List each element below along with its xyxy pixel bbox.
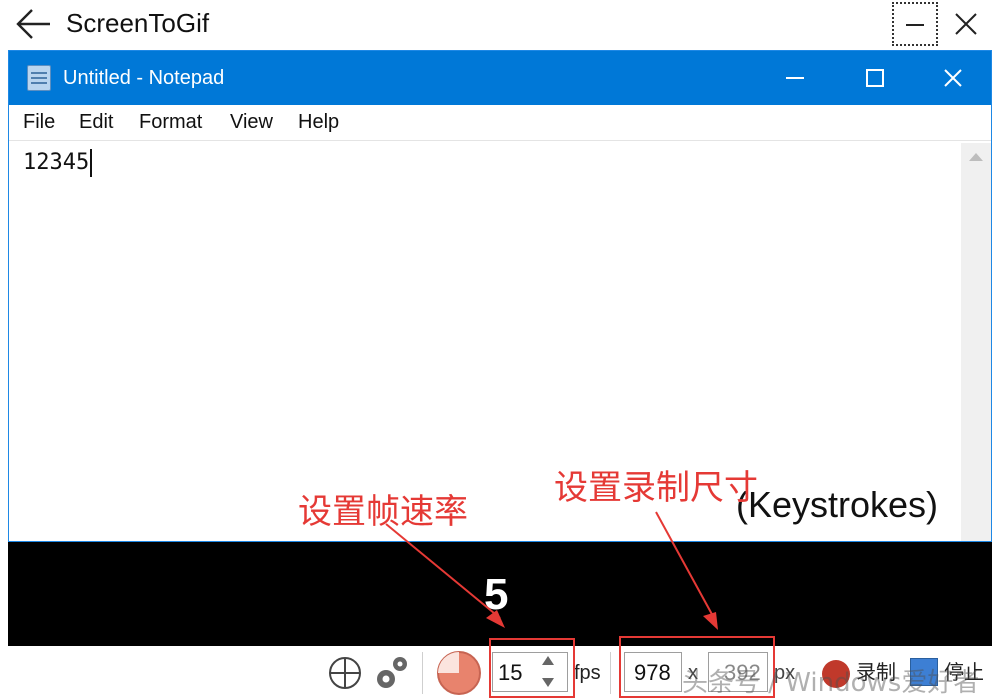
notepad-window: Untitled - Notepad File Edit Format View… xyxy=(8,50,992,542)
toolbar-divider xyxy=(422,652,423,694)
notepad-icon xyxy=(27,65,51,91)
notepad-menubar: File Edit Format View Help xyxy=(9,105,991,141)
notepad-maximize-button[interactable] xyxy=(835,51,915,105)
notepad-text-area[interactable]: 12345 xyxy=(9,143,959,541)
keystrokes-overlay: (Keystrokes) xyxy=(736,484,939,525)
menu-view[interactable]: View xyxy=(230,111,273,134)
vertical-scrollbar[interactable] xyxy=(961,143,991,541)
menu-edit[interactable]: Edit xyxy=(79,111,113,134)
scroll-up-icon[interactable] xyxy=(969,153,983,161)
size-annotation: 设置录制尺寸 xyxy=(554,468,758,508)
app-title: ScreenToGif xyxy=(66,8,210,38)
watermark: 头条号 / Windows爱好者 xyxy=(682,668,980,698)
menu-format[interactable]: Format xyxy=(139,111,202,134)
back-arrow-icon[interactable] xyxy=(12,6,52,42)
toolbar-divider xyxy=(610,652,611,694)
fps-label: fps xyxy=(574,662,601,684)
frame-timer-icon xyxy=(436,650,482,696)
menu-help[interactable]: Help xyxy=(298,111,339,134)
notepad-close-button[interactable] xyxy=(913,51,993,105)
crosshair-icon[interactable] xyxy=(328,656,362,690)
gear-icon[interactable] xyxy=(374,654,410,692)
notepad-minimize-button[interactable] xyxy=(755,51,835,105)
framerate-annotation: 设置帧速率 xyxy=(298,492,468,532)
close-button[interactable] xyxy=(946,4,986,44)
notepad-titlebar: Untitled - Notepad xyxy=(9,51,991,105)
text-caret xyxy=(90,149,93,177)
notepad-title: Untitled - Notepad xyxy=(63,67,225,89)
minimize-button[interactable] xyxy=(892,2,938,46)
menu-file[interactable]: File xyxy=(23,111,55,134)
keystroke-number: 5 xyxy=(484,570,509,619)
notepad-content: 12345 xyxy=(23,150,90,175)
fps-highlight-box xyxy=(489,638,575,698)
